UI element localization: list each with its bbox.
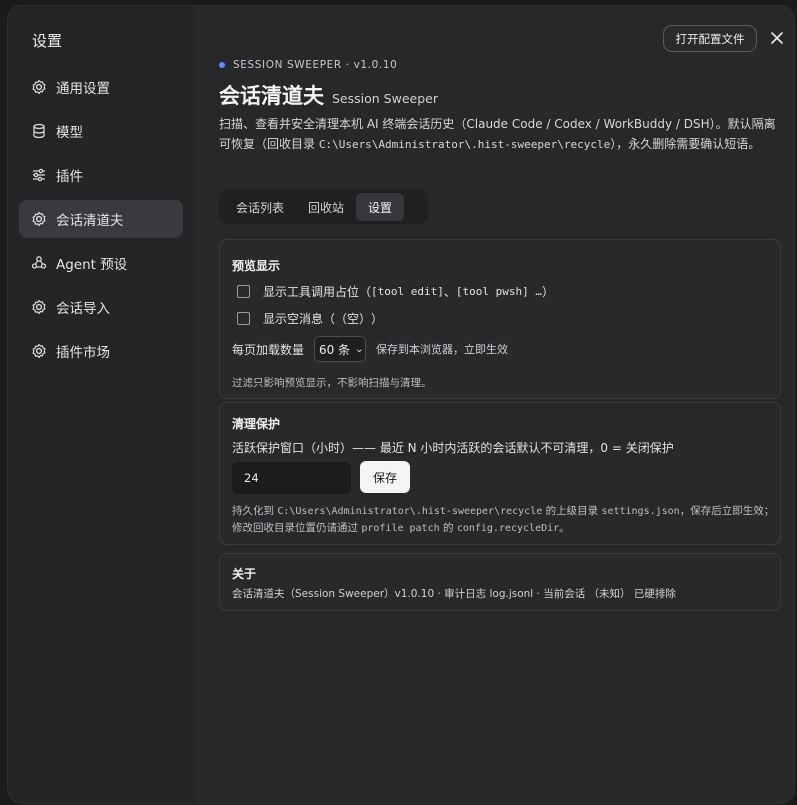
sidebar-item-label: 插件市场 — [56, 345, 110, 361]
hint-config-key: config.recycleDir — [456, 523, 560, 534]
tab-session-list[interactable]: 会话列表 — [224, 193, 296, 221]
show-tool-placeholder-row: 显示工具调用占位（ [tool edit] 、 [tool pwsh] … ） — [237, 283, 554, 300]
save-button[interactable]: 保存 — [360, 461, 410, 493]
hint-text: 。 — [559, 522, 570, 534]
sidebar-item-plugins[interactable]: 插件 — [19, 156, 183, 194]
gear-icon — [31, 343, 47, 359]
recycle-path: C:\Users\Administrator\.hist-sweeper\rec… — [318, 138, 611, 151]
page-size-select[interactable]: 60 条 ⌄ — [314, 336, 367, 362]
sidebar-item-label: 模型 — [56, 125, 83, 141]
page-size-value: 60 条 — [319, 342, 351, 357]
checkbox-code: [tool edit] — [371, 285, 444, 298]
hint-file: settings.json — [601, 506, 680, 517]
sidebar-item-label: Agent 预设 — [56, 257, 128, 273]
sidebar-item-label: 通用设置 — [56, 81, 110, 97]
status-dot — [219, 62, 225, 68]
checkbox-label: 显示工具调用占位（ — [263, 285, 372, 299]
gear-icon — [31, 211, 47, 227]
database-icon — [31, 123, 47, 139]
gear-icon — [31, 79, 47, 95]
eyebrow-text: SESSION SWEEPER · v1.0.10 — [233, 59, 398, 71]
sliders-icon — [31, 167, 47, 183]
protection-card-title: 清理保护 — [232, 417, 281, 431]
page-size-note: 保存到本浏览器，立即生效 — [376, 343, 509, 356]
checkbox-code: [tool pwsh] … — [455, 285, 542, 298]
hint-path: C:\Users\Administrator\.hist-sweeper\rec… — [277, 506, 543, 517]
sidebar-item-session-sweeper[interactable]: 会话清道夫 — [19, 200, 183, 238]
sidebar-item-agent-presets[interactable]: Agent 预设 — [19, 244, 183, 282]
page-size-row: 每页加载数量 60 条 ⌄ 保存到本浏览器，立即生效 — [232, 336, 508, 362]
show-tool-placeholder-checkbox[interactable] — [237, 285, 250, 298]
page-subtitle: Session Sweeper — [332, 91, 438, 106]
sidebar-item-label: 插件 — [56, 169, 83, 185]
checkbox-label: ） — [371, 312, 384, 326]
protection-window-text: 活跃保护窗口（小时）—— 最近 N 小时内活跃的会话默认不可清理，0 = 关闭保… — [232, 441, 674, 455]
hint-text: 持久化到 — [232, 505, 278, 517]
preview-card-title: 预览显示 — [232, 259, 281, 273]
sidebar-item-general[interactable]: 通用设置 — [19, 68, 183, 106]
settings-window: 设置 通用设置 模型 插件 会话清道夫 Agent 预设 会话导入 插件市场 打… — [8, 6, 794, 803]
sidebar-title: 设置 — [32, 32, 63, 50]
page-heading: 会话清道夫 Session Sweeper — [219, 80, 438, 110]
checkbox-label: 、 — [443, 285, 456, 299]
chevron-down-icon: ⌄ — [355, 343, 364, 355]
preview-hint: 过滤只影响预览显示，不影响扫描与清理。 — [232, 377, 432, 389]
version-eyebrow: SESSION SWEEPER · v1.0.10 — [219, 59, 397, 71]
checkbox-code: （空） — [335, 312, 372, 326]
page-size-label: 每页加载数量 — [232, 342, 305, 357]
sidebar-item-session-import[interactable]: 会话导入 — [19, 288, 183, 326]
page-description: 扫描、查看并安全清理本机 AI 终端会话历史（Claude Code / Cod… — [219, 114, 785, 155]
checkbox-label: ） — [541, 285, 554, 299]
desc-text: ），永久删除需要确认短语。 — [610, 137, 761, 151]
protection-hours-input[interactable]: 24 — [232, 462, 351, 494]
about-card: 关于 会话清道夫（Session Sweeper）v1.0.10 · 审计日志 … — [219, 553, 781, 611]
checkbox-label: 显示空消息（ — [263, 312, 336, 326]
main-content: SESSION SWEEPER · v1.0.10 会话清道夫 Session … — [219, 6, 783, 803]
sidebar-item-label: 会话清道夫 — [56, 213, 124, 229]
tab-settings[interactable]: 设置 — [356, 193, 405, 221]
protection-window-label: 活跃保护窗口（小时）—— 最近 N 小时内活跃的会话默认不可清理，0 = 关闭保… — [232, 439, 674, 456]
about-card-title: 关于 — [232, 567, 257, 581]
about-text: 会话清道夫（Session Sweeper）v1.0.10 · 审计日志 log… — [232, 588, 676, 600]
preview-card: 预览显示 显示工具调用占位（ [tool edit] 、 [tool pwsh]… — [219, 239, 781, 399]
sidebar-nav: 通用设置 模型 插件 会话清道夫 Agent 预设 会话导入 插件市场 — [19, 68, 183, 376]
hint-command: profile patch — [361, 523, 440, 534]
hint-text: 的 — [439, 522, 457, 534]
show-empty-messages-row: 显示空消息（ （空） ） — [237, 310, 383, 327]
sidebar-item-models[interactable]: 模型 — [19, 112, 183, 150]
protection-hint: 持久化到 C:\Users\Administrator\.hist-sweepe… — [232, 503, 777, 537]
tab-bar: 会话列表 回收站 设置 — [219, 190, 428, 224]
people-icon — [31, 255, 47, 271]
sidebar-item-plugin-market[interactable]: 插件市场 — [19, 332, 183, 370]
page-title: 会话清道夫 — [219, 84, 324, 108]
protection-card: 清理保护 活跃保护窗口（小时）—— 最近 N 小时内活跃的会话默认不可清理，0 … — [219, 402, 781, 545]
tab-recycle-bin[interactable]: 回收站 — [296, 193, 356, 221]
sidebar: 设置 通用设置 模型 插件 会话清道夫 Agent 预设 会话导入 插件市场 — [8, 6, 194, 803]
show-empty-messages-checkbox[interactable] — [237, 312, 250, 325]
gear-icon — [31, 299, 47, 315]
hint-text: 的上级目录 — [542, 505, 602, 517]
sidebar-item-label: 会话导入 — [56, 301, 110, 317]
